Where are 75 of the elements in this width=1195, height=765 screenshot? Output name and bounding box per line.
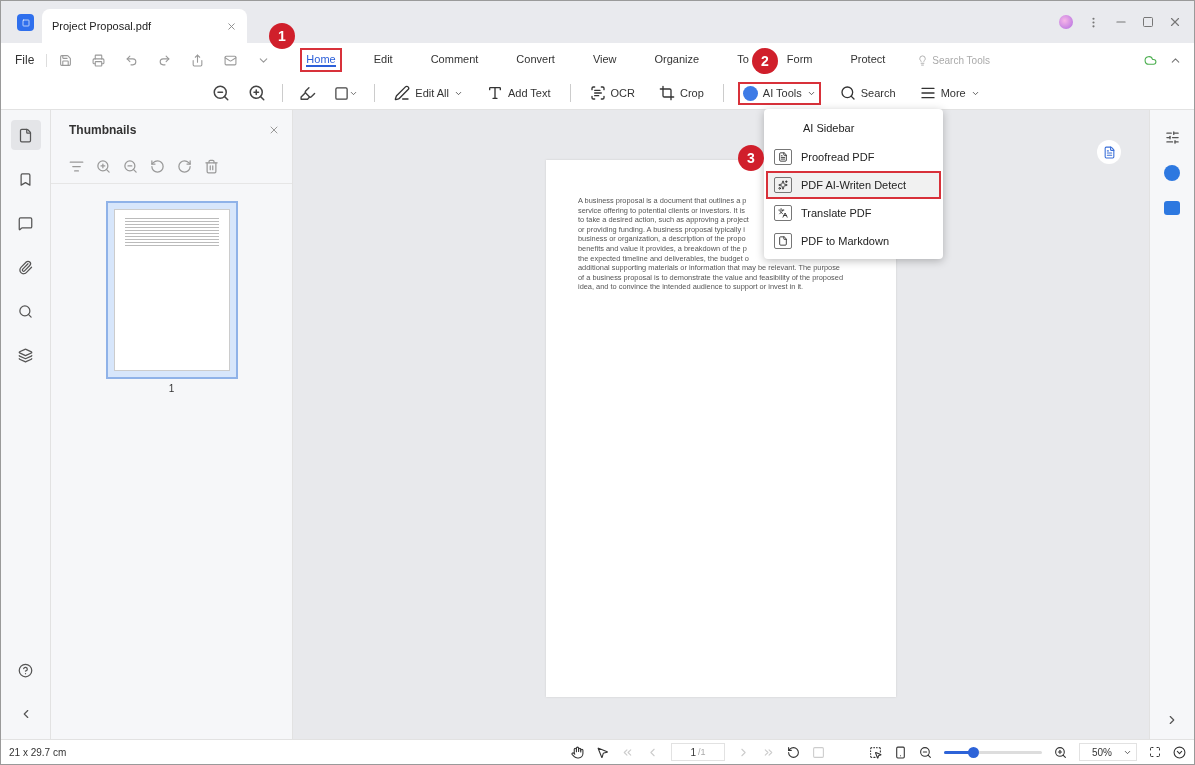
zoom-in-icon[interactable] [1054,745,1067,759]
tool-icon [486,85,503,101]
menu-tab[interactable]: Protect [844,48,892,72]
tool-icon [394,85,411,101]
panel-title: Thumbnails [69,123,137,137]
menu-tab[interactable]: Form [780,48,819,72]
menu-tab[interactable]: To [731,48,755,72]
tool-icon [839,85,856,101]
menu-tab[interactable]: Convert [510,48,561,72]
page-field[interactable]: 1 /1 [671,743,725,761]
toolbar-button[interactable]: Crop [654,81,709,105]
page-icon[interactable] [10,120,41,150]
step-badge: 1 [269,23,295,49]
page-number: 1 [168,383,175,394]
menu-tab[interactable]: View [586,48,623,72]
document-tab[interactable]: Project Proposal.pdf [42,9,247,43]
step-badge: 2 [752,48,778,74]
redo-icon[interactable] [158,53,172,67]
avatar-icon[interactable] [1059,15,1073,29]
lightbulb-icon [917,54,929,66]
tool-icon [919,85,936,101]
tool-icon [774,149,792,165]
print-icon[interactable] [92,53,106,67]
rotate-left-icon[interactable] [150,159,165,174]
tool-icon [774,205,792,221]
menu-item[interactable]: PDF AI-Writen Detect [766,171,941,199]
toolbar-button[interactable]: More [914,81,985,105]
convert-word-icon[interactable] [1097,140,1121,164]
toolbar-button[interactable]: Search [834,81,901,105]
expand-icon[interactable] [1173,745,1186,759]
zoom-field[interactable]: 50% [1079,743,1137,761]
tool-icon [774,233,792,249]
file-menu[interactable]: File [15,53,35,67]
ai-icon[interactable] [1164,165,1180,181]
sliders-icon[interactable] [1164,130,1180,145]
cloud-icon[interactable] [1144,53,1157,67]
close-icon[interactable] [268,124,280,136]
trash-icon[interactable] [204,159,219,174]
maximize-icon[interactable] [1142,16,1154,28]
ai-icon [742,85,758,101]
select-icon[interactable] [869,745,882,759]
slider-thumb[interactable] [968,746,980,758]
menu-item[interactable]: AI Sidebar [766,113,941,143]
close-icon[interactable] [1168,15,1182,29]
hand-icon[interactable] [571,745,584,759]
share-icon[interactable] [191,53,205,67]
mail-icon[interactable] [224,53,238,67]
page-thumbnail[interactable] [105,201,238,379]
rotate-icon[interactable] [787,745,800,759]
page-size: 21 x 29.7 cm [9,746,67,758]
menu-tab[interactable]: Edit [367,48,399,72]
menu-item[interactable]: Proofread PDF [766,143,941,171]
menu-tab[interactable]: Organize [648,48,706,72]
menu-tab[interactable]: Home [300,48,342,72]
close-icon[interactable] [226,20,237,32]
fullscreen-icon[interactable] [1149,746,1161,758]
toolbar-button[interactable]: AI Tools [737,81,821,105]
app-logo-icon [17,14,34,31]
menu-item[interactable]: PDF to Markdown [766,227,941,255]
page-layout-icon[interactable] [894,745,907,759]
zoom-out-icon[interactable] [919,745,932,759]
toolbar-button[interactable]: Edit All [389,81,468,105]
rectangle-icon [334,85,350,101]
save-icon[interactable] [59,53,73,67]
list-icon[interactable] [69,159,84,174]
menu-item[interactable]: Translate PDF [766,199,941,227]
toolbar-button[interactable]: OCR [584,81,640,105]
tool-icon [659,85,675,101]
tool-icon [589,85,606,101]
undo-icon[interactable] [125,53,139,67]
menu-tab[interactable]: Comment [424,48,485,72]
toolbar-button[interactable]: Add Text [481,81,556,105]
pointer-icon[interactable] [596,745,609,759]
tool-icon [774,177,792,193]
rotate-right-icon[interactable] [177,159,192,174]
